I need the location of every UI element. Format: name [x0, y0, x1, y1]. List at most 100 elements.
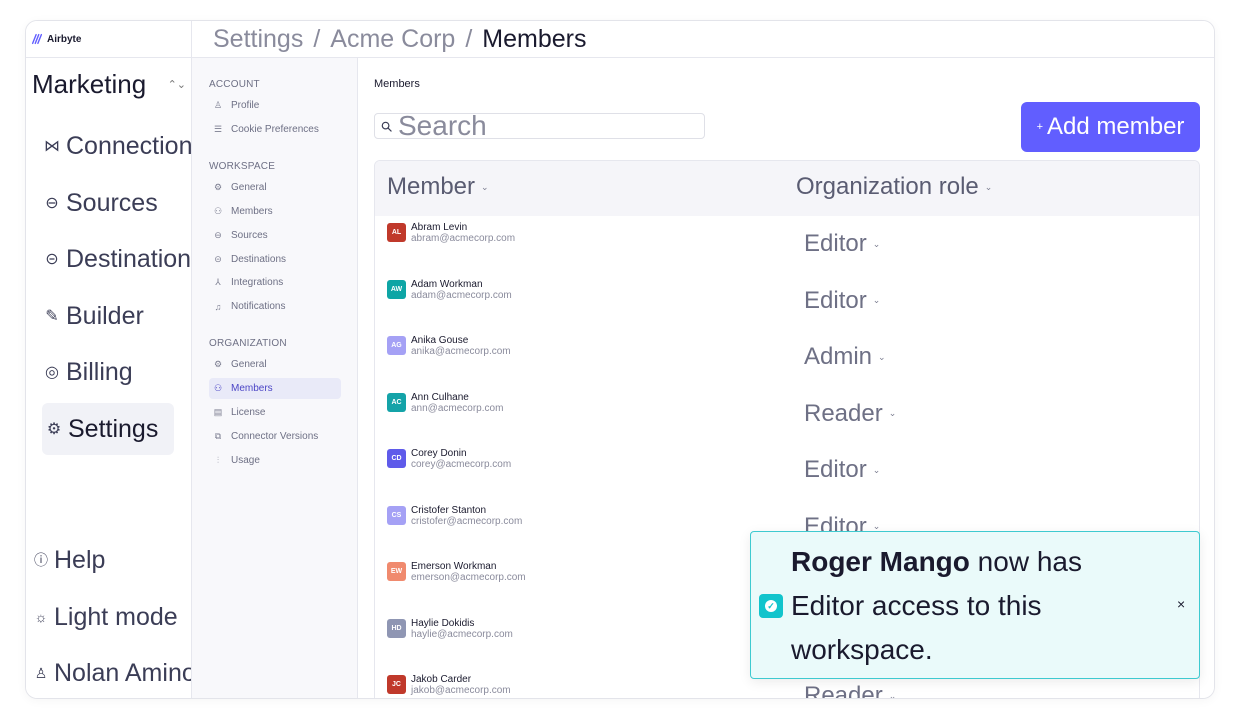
destinations-icon: ⊝	[45, 251, 59, 268]
member-name: Haylie Dokidis	[411, 617, 475, 629]
subnav-ws-members[interactable]: ⚇ Members	[209, 201, 341, 222]
breadcrumb-org[interactable]: Acme Corp	[330, 25, 455, 53]
subnav-label: Profile	[231, 100, 260, 111]
member-email: adam@acmecorp.com	[411, 289, 512, 301]
member-email: emerson@acmecorp.com	[411, 572, 526, 583]
subnav-org-license[interactable]: ▤ License	[209, 402, 341, 423]
sidebar-item-sources[interactable]: ⊖ Sources	[42, 177, 191, 229]
subnav-org-members[interactable]: ⚇ Members	[209, 378, 341, 399]
toast-user-name: Roger Mango	[791, 546, 970, 577]
sidebar-item-light-mode[interactable]: ☼ Light mode	[32, 597, 178, 637]
success-toast: ✓ Roger Mango now has Editor access to t…	[750, 531, 1200, 679]
sidebar-item-label: Sources	[66, 188, 158, 217]
subnav-ws-destinations[interactable]: ⊝ Destinations	[209, 249, 341, 270]
subnav-label: Sources	[231, 230, 268, 241]
sidebar-item-builder[interactable]: ✎ Builder	[42, 290, 191, 342]
avatar: AL	[387, 223, 406, 242]
role-dropdown[interactable]: Reader ⌄	[804, 400, 896, 428]
section-account: ACCOUNT	[209, 79, 260, 90]
subnav-label: Usage	[231, 455, 260, 466]
airbyte-logo[interactable]: Airbyte	[30, 30, 81, 48]
workspace-selector[interactable]: Marketing ⌃⌄	[32, 69, 186, 100]
sidebar-item-billing[interactable]: ◎ Billing	[42, 346, 191, 398]
breadcrumb-separator: /	[465, 25, 473, 53]
table-header: Member ⌄ Organization role ⌄	[375, 161, 1199, 216]
table-row: AW Adam Workman adam@acmecorp.com Editor ⌄	[375, 273, 1199, 330]
role-label: Editor	[804, 456, 867, 483]
role-dropdown[interactable]: Editor ⌄	[804, 287, 880, 315]
subnav-label: General	[231, 359, 267, 370]
settings-subnav: ACCOUNT ♙ Profile ☰ Cookie Preferences W…	[192, 58, 358, 698]
member-name: Corey Donin	[411, 448, 467, 459]
subnav-ws-sources[interactable]: ⊖ Sources	[209, 225, 341, 246]
sidebar-item-connections[interactable]: ⋈ Connections	[42, 120, 192, 172]
sidebar-item-label: Help	[54, 545, 106, 574]
sidebar-item-settings[interactable]: ⚙ Settings	[42, 403, 174, 455]
subnav-label: Connector Versions	[231, 431, 319, 442]
sidebar-item-label: Builder	[66, 301, 144, 330]
role-dropdown[interactable]: Editor ⌄	[804, 230, 880, 258]
close-icon[interactable]: ×	[1177, 596, 1185, 612]
member-name: Ann Culhane	[411, 391, 469, 403]
role-dropdown[interactable]: Admin ⌄	[804, 343, 886, 371]
sidebar-item-label: Settings	[68, 414, 159, 443]
sidebar-item-label: Billing	[66, 357, 133, 386]
gear-icon: ⚙	[46, 421, 62, 438]
role-dropdown[interactable]: Reader ⌄	[804, 682, 896, 698]
subnav-ws-general[interactable]: ⚙ General	[209, 177, 341, 198]
member-email: haylie@acmecorp.com	[411, 628, 513, 640]
gear-icon: ⚙	[213, 182, 223, 192]
search-box[interactable]	[374, 110, 705, 142]
subnav-label: Members	[231, 383, 273, 394]
breadcrumb-current: Members	[482, 25, 587, 53]
subnav-ws-notifications[interactable]: ♫ Notifications	[209, 296, 341, 317]
subnav-org-general[interactable]: ⚙ General	[209, 354, 341, 375]
member-email: abram@acmecorp.com	[411, 233, 516, 244]
column-label: Member	[387, 173, 476, 200]
subnav-org-usage[interactable]: ⫶ Usage	[209, 450, 341, 471]
member-name: Cristofer Stanton	[411, 504, 487, 516]
search-input[interactable]	[398, 110, 698, 142]
app-name: Airbyte	[47, 33, 82, 45]
table-row: CD Corey Donin corey@acmecorp.com Editor ⌄	[375, 442, 1199, 499]
sources-icon: ⊖	[45, 195, 59, 212]
member-name: Adam Workman	[411, 278, 483, 290]
member-name: Emerson Workman	[411, 561, 497, 572]
check-circle-icon: ✓	[759, 594, 783, 618]
section-workspace: WORKSPACE	[209, 161, 276, 172]
bell-icon: ♫	[214, 301, 222, 312]
gear-icon: ⚙	[213, 359, 223, 369]
top-bar: Settings / Acme Corp / Members	[192, 21, 1214, 58]
sidebar-item-user[interactable]: ♙ Nolan Aminoff	[32, 653, 191, 693]
subnav-label: License	[231, 407, 266, 418]
member-email: ann@acmecorp.com	[411, 402, 504, 414]
avatar: CS	[387, 505, 406, 525]
column-header-member[interactable]: Member ⌄	[387, 173, 489, 201]
column-header-role[interactable]: Organization role ⌄	[796, 173, 992, 201]
subnav-profile[interactable]: ♙ Profile	[209, 95, 341, 116]
subnav-ws-integrations[interactable]: ⅄ Integrations	[209, 272, 341, 293]
user-icon: ♙	[213, 100, 223, 110]
chevron-down-icon: ⌄	[878, 351, 886, 362]
destinations-icon: ⊝	[214, 254, 222, 264]
breadcrumb-separator: /	[313, 25, 321, 53]
sidebar-item-label: Connections	[66, 131, 192, 160]
sources-icon: ⊖	[214, 230, 222, 240]
subnav-org-connector-versions[interactable]: ⧉ Connector Versions	[209, 426, 341, 447]
role-dropdown[interactable]: Editor ⌄	[804, 456, 880, 484]
users-icon: ⚇	[213, 383, 223, 393]
chevron-down-icon: ⌄	[984, 181, 993, 192]
sidebar-item-help[interactable]: ⓘ Help	[32, 540, 105, 580]
avatar: AC	[387, 392, 406, 412]
page-title: Members	[374, 78, 420, 90]
avatar: CD	[387, 449, 406, 468]
chevron-down-icon: ⌄	[872, 464, 881, 475]
sidebar-item-destinations[interactable]: ⊝ Destinations	[42, 233, 191, 285]
avatar: AW	[387, 279, 406, 299]
subnav-label: Integrations	[231, 277, 284, 288]
divider	[26, 57, 191, 58]
breadcrumb-settings[interactable]: Settings	[213, 25, 303, 53]
section-organization: ORGANIZATION	[209, 338, 287, 349]
subnav-cookie-preferences[interactable]: ☰ Cookie Preferences	[209, 119, 341, 140]
add-member-button[interactable]: + Add member	[1021, 102, 1200, 152]
